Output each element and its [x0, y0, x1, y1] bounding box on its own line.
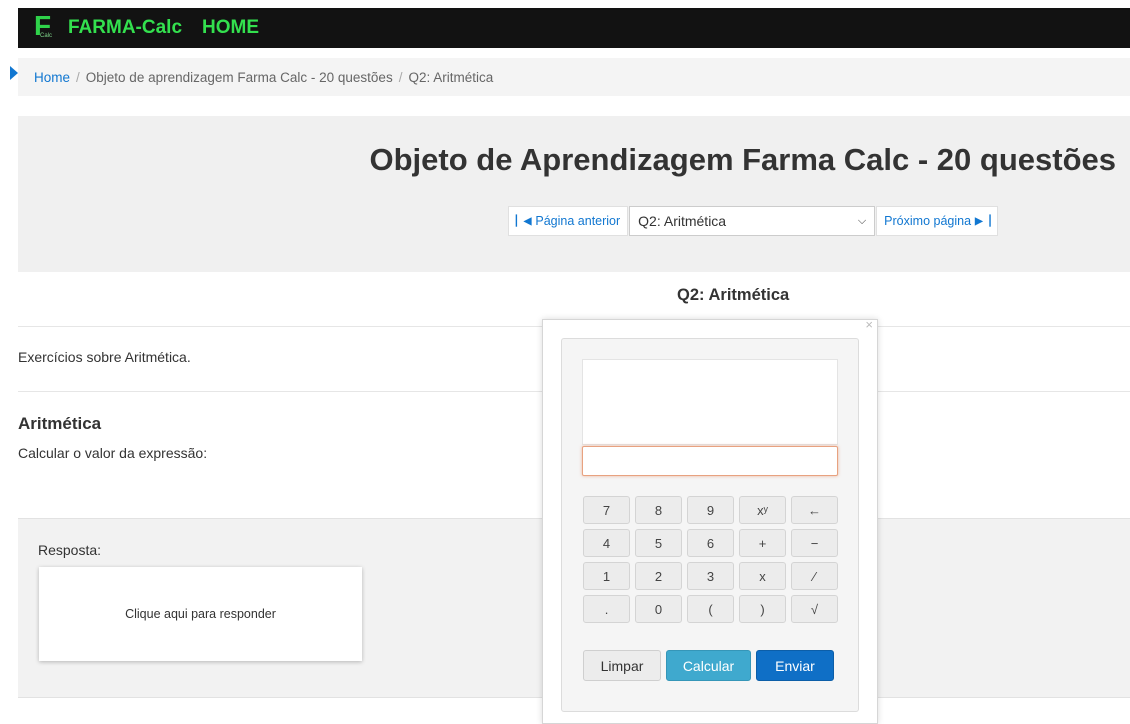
question-intro: Exercícios sobre Aritmética. [18, 349, 191, 365]
breadcrumb-item-course[interactable]: Objeto de aprendizagem Farma Calc - 20 q… [86, 70, 393, 85]
breadcrumb-home[interactable]: Home [34, 70, 70, 85]
question-heading: Q2: Aritmética [677, 286, 790, 304]
previous-page-label: Página anterior [535, 214, 621, 228]
key-3[interactable]: 3 [687, 562, 734, 590]
brand-link[interactable]: FARMA-Calc [68, 17, 182, 39]
farma-calc-logo-icon[interactable]: F Calc [32, 10, 58, 42]
breadcrumb-separator: / [76, 69, 80, 85]
page-title: Objeto de Aprendizagem Farma Calc - 20 q… [369, 142, 1117, 177]
key-power[interactable]: xʸ [739, 496, 786, 524]
close-icon[interactable]: × [865, 317, 873, 332]
breadcrumb: Home / Objeto de aprendizagem Farma Calc… [18, 58, 1130, 96]
calculator-input[interactable] [582, 446, 838, 476]
key-multiply[interactable]: x [739, 562, 786, 590]
key-backspace[interactable]: ← [791, 496, 838, 524]
home-link[interactable]: HOME [202, 17, 259, 39]
key-decimal[interactable]: . [583, 595, 630, 623]
next-page-label: Próximo página [884, 214, 972, 228]
drawer-toggle-icon[interactable] [10, 66, 18, 80]
key-0[interactable]: 0 [635, 595, 682, 623]
key-close-paren[interactable]: ) [739, 595, 786, 623]
key-7[interactable]: 7 [583, 496, 630, 524]
answer-label: Resposta: [38, 542, 102, 558]
section-text: Calcular o valor da expressão: [18, 445, 208, 461]
key-8[interactable]: 8 [635, 496, 682, 524]
answer-card[interactable]: Clique aqui para responder [39, 567, 362, 661]
breadcrumb-item-current: Q2: Aritmética [408, 69, 494, 85]
chevron-down-icon: ⌵ [857, 214, 867, 227]
calculate-button[interactable]: Calcular [666, 650, 751, 681]
page-navigation: ▏◀ Página anterior Q2: Aritmética ⌵ Próx… [508, 206, 999, 236]
key-sqrt[interactable]: √ [791, 595, 838, 623]
skip-back-icon: ▏◀ [516, 215, 532, 227]
key-5[interactable]: 5 [635, 529, 682, 557]
send-button[interactable]: Enviar [756, 650, 834, 681]
key-open-paren[interactable]: ( [687, 595, 734, 623]
key-2[interactable]: 2 [635, 562, 682, 590]
question-select-value: Q2: Aritmética [638, 213, 727, 229]
next-page-button[interactable]: Próximo página ▶▕ [876, 206, 999, 236]
skip-forward-icon: ▶▕ [975, 215, 991, 227]
key-9[interactable]: 9 [687, 496, 734, 524]
logo-subtext: Calc [40, 33, 53, 39]
key-divide[interactable]: ∕ [791, 562, 838, 590]
breadcrumb-separator: / [398, 69, 403, 85]
page-header: Objeto de Aprendizagem Farma Calc - 20 q… [18, 116, 1130, 272]
key-6[interactable]: 6 [687, 529, 734, 557]
question-select[interactable]: Q2: Aritmética ⌵ [629, 206, 876, 236]
calculator-actions: Limpar Calcular Enviar [583, 650, 834, 681]
key-4[interactable]: 4 [583, 529, 630, 557]
key-1[interactable]: 1 [583, 562, 630, 590]
clear-button[interactable]: Limpar [583, 650, 661, 681]
previous-page-button[interactable]: ▏◀ Página anterior [508, 206, 629, 236]
answer-card-text: Clique aqui para responder [125, 607, 276, 621]
section-title: Aritmética [18, 414, 102, 433]
top-navbar: F Calc FARMA-Calc HOME [18, 8, 1130, 48]
calculator-panel: 7 8 9 xʸ ← 4 5 6 + − 1 2 3 x ∕ . 0 ( ) √… [561, 338, 859, 712]
key-plus[interactable]: + [739, 529, 786, 557]
key-minus[interactable]: − [791, 529, 838, 557]
calculator-display [582, 359, 838, 445]
calculator-keypad: 7 8 9 xʸ ← 4 5 6 + − 1 2 3 x ∕ . 0 ( ) √ [583, 496, 838, 623]
calculator-popup: × 7 8 9 xʸ ← 4 5 6 + − 1 2 3 x ∕ . 0 ( )… [542, 317, 878, 724]
